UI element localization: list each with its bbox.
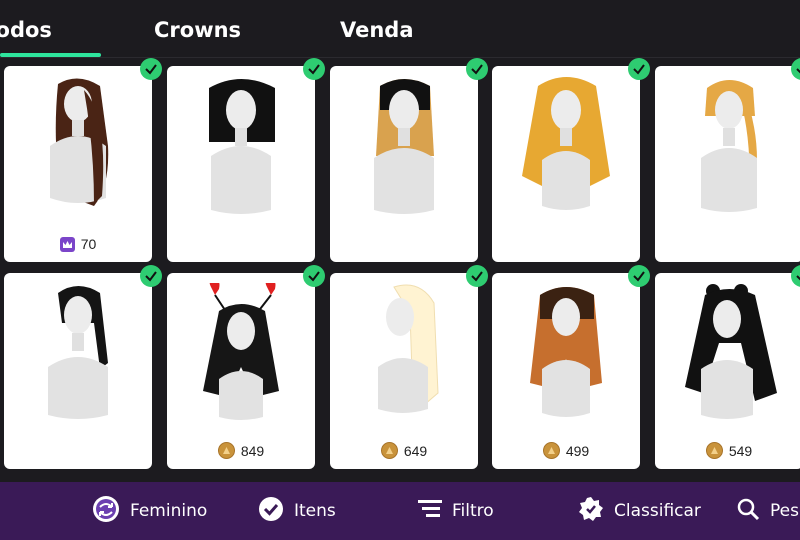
feminino-button[interactable]: Feminino xyxy=(92,495,207,528)
item-price: 649 xyxy=(330,442,478,459)
tab-todos[interactable]: Todos xyxy=(0,18,52,42)
itens-button[interactable]: Itens xyxy=(258,496,336,526)
hair-preview xyxy=(378,284,439,413)
hair-preview xyxy=(209,79,275,214)
sort-badge-icon xyxy=(578,496,604,527)
item-card[interactable] xyxy=(492,58,650,262)
owned-check-icon xyxy=(791,58,800,80)
owned-check-icon xyxy=(140,58,162,80)
coin-icon xyxy=(380,442,398,459)
item-price: 849 xyxy=(167,442,315,459)
tab-venda[interactable]: Venda xyxy=(340,18,414,42)
search-icon xyxy=(736,497,760,526)
item-card[interactable]: 649 xyxy=(330,265,488,469)
coin-icon xyxy=(705,442,723,459)
bottom-toolbar: Feminino Itens Filtro Classificar Pesq xyxy=(0,482,800,540)
crown-icon xyxy=(59,236,75,252)
item-card[interactable]: 499 xyxy=(492,265,650,469)
hair-preview xyxy=(530,287,602,417)
hair-preview xyxy=(374,79,434,214)
hair-preview xyxy=(701,80,757,212)
owned-check-icon xyxy=(466,58,488,80)
gender-swap-icon xyxy=(92,495,120,528)
tab-bar: Todos Crowns Venda xyxy=(0,0,800,58)
pesquisar-button[interactable]: Pesq xyxy=(736,496,800,526)
hair-preview xyxy=(685,284,777,419)
tab-crowns[interactable]: Crowns xyxy=(154,18,241,42)
owned-check-icon xyxy=(628,265,650,287)
owned-check-icon xyxy=(303,58,325,80)
item-card[interactable] xyxy=(4,265,162,469)
item-card[interactable] xyxy=(330,58,488,262)
filtro-button[interactable]: Filtro xyxy=(418,496,494,526)
item-card[interactable] xyxy=(167,58,325,262)
item-card[interactable] xyxy=(655,58,800,262)
item-card[interactable]: 849 xyxy=(167,265,325,469)
item-card[interactable]: 70 xyxy=(4,58,162,262)
classificar-button[interactable]: Classificar xyxy=(578,496,701,526)
owned-check-icon xyxy=(628,58,650,80)
owned-check-icon xyxy=(466,265,488,287)
owned-check-icon xyxy=(791,265,800,287)
item-price: 499 xyxy=(492,442,640,459)
item-price: 70 xyxy=(4,236,152,252)
item-card[interactable]: 549 xyxy=(655,265,800,469)
coin-icon xyxy=(217,442,235,459)
check-circle-icon xyxy=(258,496,284,527)
item-grid: 70 849 649 499 549 xyxy=(0,58,800,482)
owned-check-icon xyxy=(140,265,162,287)
owned-check-icon xyxy=(303,265,325,287)
hair-preview xyxy=(50,78,109,206)
hair-preview xyxy=(522,77,610,210)
hair-preview xyxy=(48,286,108,419)
coin-icon xyxy=(542,442,560,459)
item-price: 549 xyxy=(655,442,800,459)
hair-preview xyxy=(203,283,279,420)
filter-icon xyxy=(418,498,442,525)
